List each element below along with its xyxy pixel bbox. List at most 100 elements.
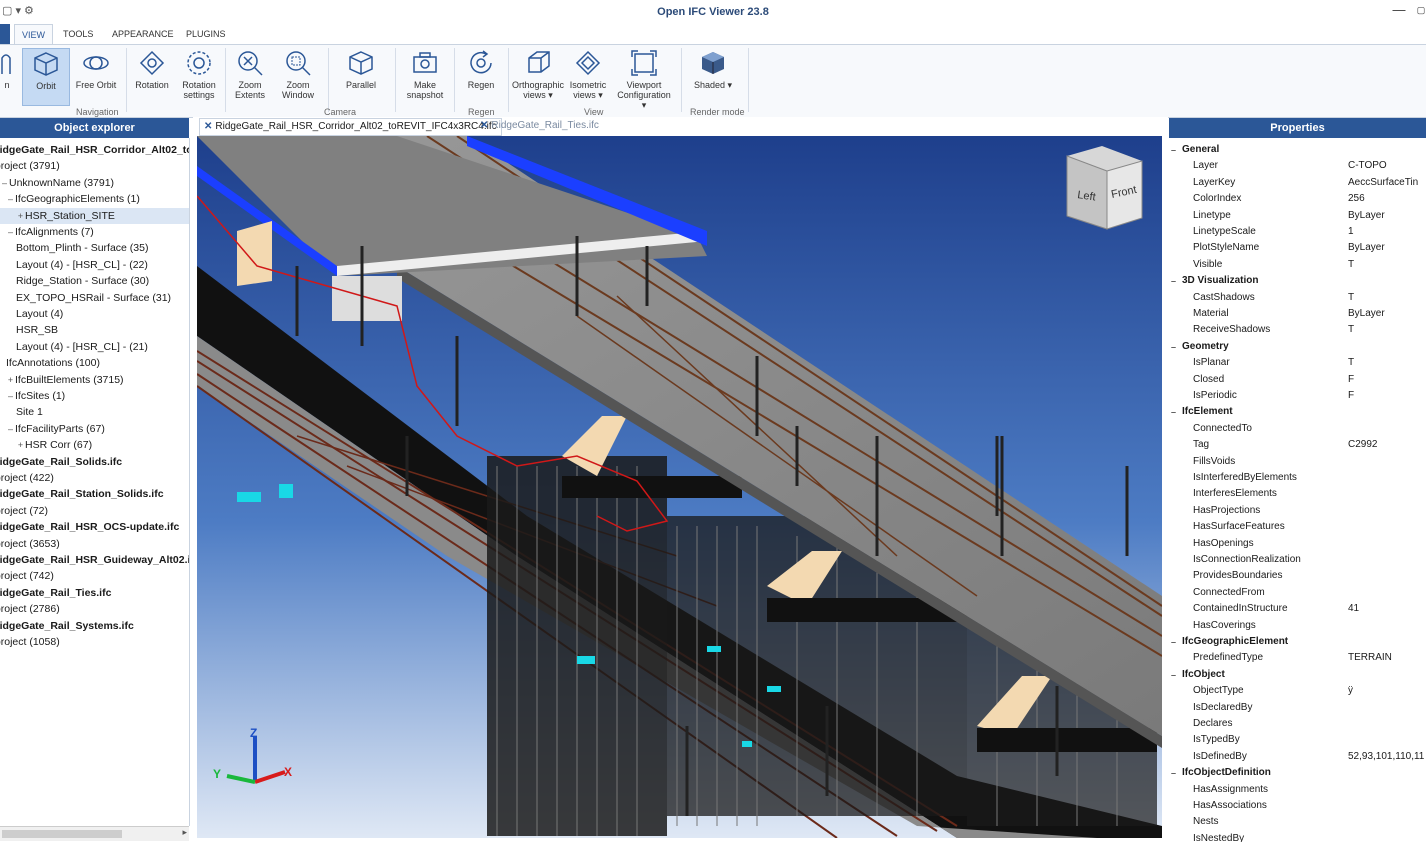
property-row[interactable]: IsPlanar T [1169,355,1426,371]
scrollbar-thumb[interactable] [2,830,122,838]
tree-node[interactable]: – IfcSites (1) [0,388,189,404]
document-tab-corridor[interactable]: ✕ RidgeGate_Rail_HSR_Corridor_Alt02_toREV… [199,118,502,136]
tree-file-node[interactable]: RidgeGate_Rail_Station_Solids.ifc [0,486,189,502]
property-category[interactable]: –3D Visualization [1169,273,1426,289]
tree-node[interactable]: Iproject (422) [0,470,189,486]
tree-node[interactable]: Iproject (1058) [0,634,189,650]
collapse-icon[interactable]: – [1171,765,1176,781]
property-row[interactable]: IsConnectionRealization [1169,552,1426,568]
property-row[interactable]: PredefinedType TERRAIN [1169,650,1426,666]
scroll-right-arrow-icon[interactable]: ▸ [182,827,187,838]
view-cube-left-label[interactable]: Left [1077,189,1097,203]
tree-file-node[interactable]: RidgeGate_Rail_Systems.ifc [0,618,189,634]
3d-viewport[interactable]: Left Front Z Y X [197,136,1162,838]
expand-icon[interactable]: + [16,437,25,453]
orthographic-views-button[interactable]: Orthographic views ▾ [511,48,565,104]
collapse-icon[interactable]: – [6,224,15,240]
expand-icon[interactable]: + [16,208,25,224]
tab-appearance[interactable]: APPEARANCE [105,24,181,44]
tree-node[interactable]: – UnknownName (3791) [0,175,189,191]
tree-node[interactable]: Iproject (72) [0,503,189,519]
tree-node[interactable]: Iproject (742) [0,568,189,584]
parallel-button[interactable]: Parallel [340,48,382,104]
tree-node[interactable]: – IfcFacilityParts (67) [0,421,189,437]
property-row[interactable]: IsInterferedByElements [1169,470,1426,486]
property-row[interactable]: ConnectedFrom [1169,585,1426,601]
tree-node[interactable]: + HSR_Station_SITE [0,207,189,224]
document-tab-ties[interactable]: ✕ RidgeGate_Rail_Ties.ifc [476,118,603,134]
tree-file-node[interactable]: RidgeGate_Rail_Ties.ifc [0,585,189,601]
property-row[interactable]: IsPeriodic F [1169,388,1426,404]
tree-node[interactable]: – IfcAlignments (7) [0,224,189,240]
collapse-icon[interactable]: – [1171,142,1176,158]
property-row[interactable]: Closed F [1169,372,1426,388]
tree-node[interactable]: HSR_SB [0,322,189,338]
property-category[interactable]: – IfcGeographicElement [1169,634,1426,650]
property-row[interactable]: HasAssociations [1169,798,1426,814]
zoom-extents-button[interactable]: Zoom Extents [228,48,272,104]
orbit-button[interactable]: Orbit [22,48,70,106]
close-icon[interactable]: ✕ [204,121,212,132]
zoom-window-button[interactable]: Zoom Window [276,48,320,104]
isometric-views-button[interactable]: Isometric views ▾ [566,48,610,104]
property-row[interactable]: HasCoverings [1169,618,1426,634]
property-row[interactable]: FillsVoids [1169,454,1426,470]
tree-file-node[interactable]: RidgeGate_Rail_HSR_Corridor_Alt02_toREVI… [0,142,189,158]
tree-file-node[interactable]: RidgeGate_Rail_HSR_Guideway_Alt02.ifc [0,552,189,568]
property-category[interactable]: – Geometry [1169,339,1426,355]
tab-view[interactable]: VIEW [14,24,54,45]
property-row[interactable]: IsNestedBy [1169,831,1426,842]
collapse-icon[interactable]: – [0,175,9,191]
explorer-horizontal-scrollbar[interactable]: ▸ [0,826,189,841]
property-row[interactable]: ConnectedTo [1169,421,1426,437]
object-explorer-tree[interactable]: RidgeGate_Rail_HSR_Corridor_Alt02_toREVI… [0,138,190,826]
file-tab[interactable] [0,24,10,44]
tree-node[interactable]: EX_TOPO_HSRail - Surface (31) [0,290,189,306]
property-row[interactable]: Visible T [1169,257,1426,273]
collapse-icon[interactable]: – [1171,634,1176,650]
viewport-configuration-button[interactable]: Viewport Configuration ▾ [614,48,674,110]
property-row[interactable]: IsDeclaredBy [1169,700,1426,716]
maximize-button[interactable]: ▢ [1412,5,1426,16]
property-row[interactable]: CastShadows T [1169,290,1426,306]
make-snapshot-button[interactable]: Make snapshot [402,48,448,104]
property-row[interactable]: Nests [1169,814,1426,830]
property-row[interactable]: Tag C2992 [1169,437,1426,453]
tree-node[interactable]: + HSR Corr (67) [0,437,189,453]
tree-node[interactable]: Iproject (2786) [0,601,189,617]
property-category[interactable]: – IfcElement [1169,404,1426,420]
property-row[interactable]: Layer C-TOPO [1169,158,1426,174]
tree-node[interactable]: Iproject (3791) [0,158,189,174]
property-row[interactable]: Linetype ByLayer [1169,208,1426,224]
property-row[interactable]: ContainedInStructure 41 [1169,601,1426,617]
property-row[interactable]: HasAssignments [1169,782,1426,798]
tree-node[interactable]: Ridge_Station - Surface (30) [0,273,189,289]
property-row[interactable]: LayerKey AeccSurfaceTin [1169,175,1426,191]
property-row[interactable]: HasProjections [1169,503,1426,519]
property-row[interactable]: InterferesElements [1169,486,1426,502]
tree-node[interactable]: + IfcBuiltElements (3715) [0,372,189,388]
tree-node[interactable]: Bottom_Plinth - Surface (35) [0,240,189,256]
tree-node[interactable]: Layout (4) - [HSR_CL] - (21) [0,339,189,355]
property-row[interactable]: ProvidesBoundaries [1169,568,1426,584]
property-row[interactable]: HasSurfaceFeatures [1169,519,1426,535]
tree-node[interactable]: Layout (4) [0,306,189,322]
tree-node[interactable]: Iproject (3653) [0,536,189,552]
tree-node[interactable]: – IfcGeographicElements (1) [0,191,189,207]
collapse-icon[interactable]: – [1171,273,1176,289]
tree-node[interactable]: Site 1 [0,404,189,420]
collapse-icon[interactable]: – [1171,404,1176,420]
shaded-button[interactable]: Shaded ▾ [690,48,736,104]
view-cube[interactable]: Left Front [1066,146,1143,230]
tree-node[interactable]: Layout (4) - [HSR_CL] - (22) [0,257,189,273]
tree-file-node[interactable]: RidgeGate_Rail_HSR_OCS-update.ifc [0,519,189,535]
collapse-icon[interactable]: – [6,421,15,437]
property-category[interactable]: – IfcObjectDefinition [1169,765,1426,781]
regen-button[interactable]: Regen [460,48,502,104]
rotation-settings-button[interactable]: Rotation settings [177,48,221,104]
expand-icon[interactable]: + [6,372,15,388]
close-icon[interactable]: ✕ [480,120,488,131]
property-row[interactable]: LinetypeScale 1 [1169,224,1426,240]
properties-grid[interactable]: – General Layer C-TOPO LayerKey AeccSurfaceTi… [1169,138,1426,842]
property-row[interactable]: Material ByLayer [1169,306,1426,322]
